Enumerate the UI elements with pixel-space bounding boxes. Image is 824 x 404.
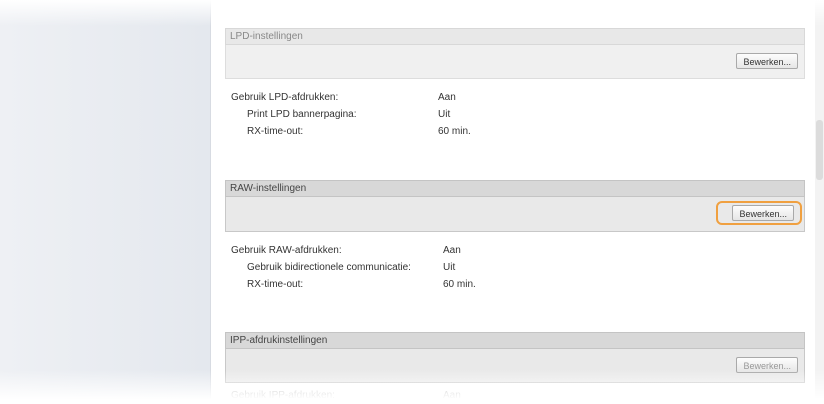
- raw-section-title: RAW-instellingen: [225, 180, 805, 197]
- raw-row-bidirectional: Gebruik bidirectionele communicatie: Uit: [225, 259, 805, 276]
- setting-value: Aan: [443, 390, 461, 401]
- lpd-row-banner-page: Print LPD bannerpagina: Uit: [225, 106, 805, 123]
- raw-edit-button[interactable]: Bewerken...: [732, 205, 794, 221]
- ipp-toolbar: Bewerken...: [225, 349, 805, 383]
- raw-row-use-raw: Gebruik RAW-afdrukken: Aan: [225, 242, 805, 259]
- setting-label: Gebruik bidirectionele communicatie:: [247, 262, 411, 273]
- lpd-row-use-lpd: Gebruik LPD-afdrukken: Aan: [225, 89, 805, 106]
- lpd-edit-button[interactable]: Bewerken...: [736, 53, 798, 69]
- setting-value: 60 min.: [443, 279, 476, 290]
- scrollbar-thumb[interactable]: [816, 120, 823, 180]
- lpd-section-title: LPD-instellingen: [225, 28, 805, 45]
- ipp-edit-button[interactable]: Bewerken...: [736, 357, 798, 373]
- setting-label: RX-time-out:: [247, 126, 304, 137]
- lpd-toolbar: Bewerken...: [225, 45, 805, 79]
- setting-label: Gebruik RAW-afdrukken:: [231, 245, 342, 256]
- left-navigation-panel: [0, 0, 211, 401]
- setting-label: RX-time-out:: [247, 279, 304, 290]
- setting-label: Print LPD bannerpagina:: [247, 109, 357, 120]
- lpd-row-rx-timeout: RX-time-out: 60 min.: [225, 123, 805, 140]
- setting-value: 60 min.: [438, 126, 471, 137]
- raw-row-rx-timeout: RX-time-out: 60 min.: [225, 276, 805, 293]
- ipp-settings-section: IPP-afdrukinstellingen Bewerken... Gebru…: [225, 332, 805, 404]
- setting-value: Aan: [438, 92, 456, 103]
- ipp-row-use-ipp: Gebruik IPP-afdrukken: Aan: [225, 387, 805, 404]
- setting-label: Gebruik IPP-afdrukken:: [231, 390, 335, 401]
- setting-value: Uit: [443, 262, 456, 273]
- ipp-section-title: IPP-afdrukinstellingen: [225, 332, 805, 349]
- raw-toolbar: Bewerken...: [225, 197, 805, 232]
- lpd-settings-section: LPD-instellingen Bewerken... Gebruik LPD…: [225, 28, 805, 140]
- setting-label: Gebruik LPD-afdrukken:: [231, 92, 339, 103]
- vertical-scrollbar[interactable]: [815, 0, 824, 401]
- raw-settings-section: RAW-instellingen Bewerken... Gebruik RAW…: [225, 180, 805, 293]
- setting-value: Uit: [438, 109, 451, 120]
- setting-value: Aan: [443, 245, 461, 256]
